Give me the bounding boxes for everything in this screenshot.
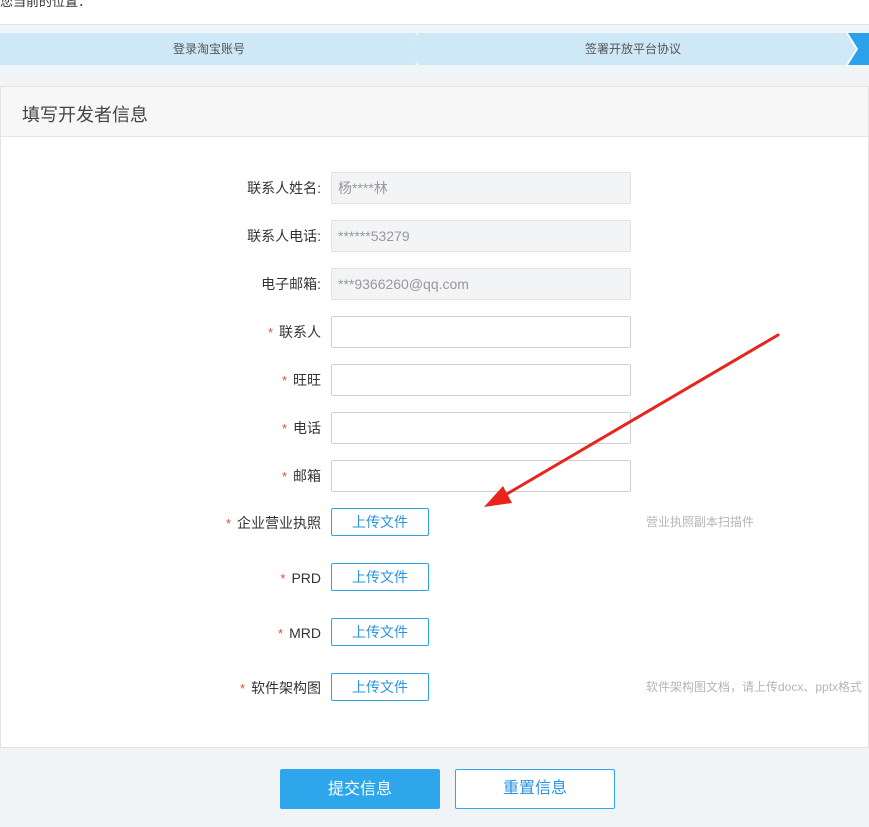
reset-button[interactable]: 重置信息 [455,769,615,809]
row-contact-phone: 联系人电话: [0,220,869,252]
breadcrumb: 您当前的位置： [0,0,92,9]
business-license-hint: 营业执照副本扫描件 [646,515,755,529]
business-license-upload-button[interactable]: 上传文件 [331,508,429,536]
row-wangwang: * 旺旺 [0,364,869,396]
required-mark: * [280,571,286,586]
step-label: 签署开放平台协议 [584,42,681,56]
contact-phone-label: 联系人电话: [247,228,321,244]
required-mark: * [281,421,287,436]
card-title: 填写开发者信息 [22,105,148,125]
phone-input[interactable] [331,412,631,444]
required-mark: * [267,325,273,340]
email-field[interactable] [331,268,631,300]
wangwang-input[interactable] [331,364,631,396]
row-mailbox: * 邮箱 [0,460,869,492]
email-label: 电子邮箱: [261,276,321,292]
contact-phone-field[interactable] [331,220,631,252]
contact-label: * 联系人 [267,324,321,340]
step-chevron-icon [838,33,858,65]
required-mark: * [281,373,287,388]
mrd-label: * MRD [278,625,321,641]
step-progress: 登录淘宝账号 签署开放平台协议 [0,33,869,65]
row-contact-name: 联系人姓名: [0,172,869,204]
step-login-taobao: 登录淘宝账号 [0,33,418,65]
row-architecture: * 软件架构图 上传文件 软件架构图文档，请上传docx、pptx格式 [0,672,869,704]
architecture-hint: 软件架构图文档，请上传docx、pptx格式 [646,680,863,694]
step-label: 登录淘宝账号 [172,42,245,56]
card-header: 填写开发者信息 [1,87,868,137]
wangwang-label: * 旺旺 [281,372,321,388]
business-license-label: * 企业营业执照 [225,515,321,531]
row-contact: * 联系人 [0,316,869,348]
phone-label: * 电话 [281,420,321,436]
required-mark: * [239,681,245,696]
step-sign-agreement: 签署开放平台协议 [418,33,848,65]
prd-upload-button[interactable]: 上传文件 [331,563,429,591]
row-email: 电子邮箱: [0,268,869,300]
mrd-upload-button[interactable]: 上传文件 [331,618,429,646]
contact-input[interactable] [331,316,631,348]
architecture-label: * 软件架构图 [239,680,321,696]
architecture-upload-button[interactable]: 上传文件 [331,673,429,701]
contact-name-label: 联系人姓名: [247,180,321,196]
submit-button[interactable]: 提交信息 [280,769,440,809]
mailbox-label: * 邮箱 [281,468,321,484]
top-bar: 您当前的位置： [0,0,869,25]
required-mark: * [278,626,284,641]
required-mark: * [281,469,287,484]
mailbox-input[interactable] [331,460,631,492]
prd-label: * PRD [280,570,321,586]
row-prd: * PRD 上传文件 [0,562,869,594]
row-phone: * 电话 [0,412,869,444]
contact-name-field[interactable] [331,172,631,204]
required-mark: * [225,516,231,531]
row-business-license: * 企业营业执照 上传文件 营业执照副本扫描件 [0,507,869,539]
row-mrd: * MRD 上传文件 [0,617,869,649]
